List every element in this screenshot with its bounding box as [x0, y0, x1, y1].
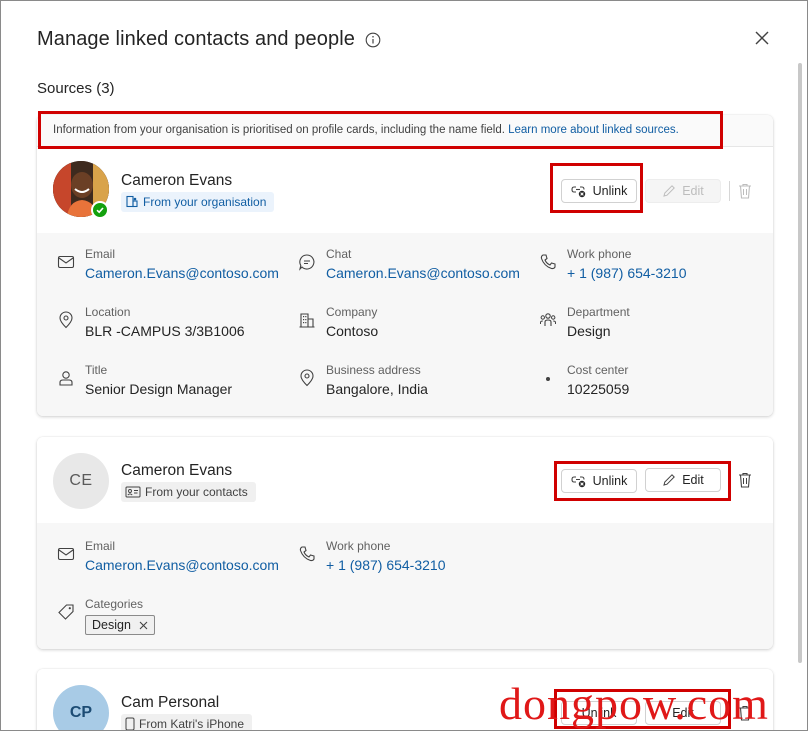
source-badge: From your contacts — [121, 482, 256, 502]
info-notice: Information from your organisation is pr… — [37, 115, 773, 147]
contact-details: Email Cameron.Evans@contoso.com Work pho… — [37, 523, 773, 649]
scrollbar[interactable] — [798, 63, 802, 663]
unlink-icon — [571, 476, 585, 488]
dialog: Manage linked contacts and people Source… — [0, 0, 808, 731]
contact-card-icon — [125, 486, 141, 498]
unlink-label: Unlink — [592, 184, 628, 198]
mail-icon — [57, 547, 75, 561]
phone-device-icon — [125, 717, 135, 730]
phone-icon — [299, 546, 315, 562]
source-badge-label: From your contacts — [145, 485, 248, 499]
avatar[interactable]: CP — [53, 685, 109, 730]
watermark: dongpow.com — [499, 678, 769, 729]
person-header: CE Cameron Evans From your contacts Unli… — [37, 437, 773, 523]
email-link[interactable]: Cameron.Evans@contoso.com — [85, 557, 279, 573]
person-name: Cameron Evans — [121, 462, 233, 479]
building-icon — [299, 313, 315, 328]
presence-available-icon — [91, 201, 109, 219]
source-badge: From Katri's iPhone — [121, 714, 252, 731]
email-link[interactable]: Cameron.Evans@contoso.com — [85, 265, 279, 281]
delete-icon[interactable] — [737, 182, 753, 200]
learn-more-link[interactable]: Learn more about linked sources. — [508, 124, 679, 136]
category-tag-label: Design — [92, 618, 131, 632]
person-icon — [59, 371, 73, 386]
person-header: Cameron Evans From your organisation Unl… — [37, 147, 773, 233]
person-name: Cameron Evans — [121, 172, 233, 189]
pencil-icon — [663, 185, 676, 197]
dialog-title: Manage linked contacts and people — [37, 28, 355, 50]
remove-tag-icon[interactable] — [139, 621, 148, 630]
notice-text: Information from your organisation is pr… — [53, 124, 505, 136]
edit-label: Edit — [682, 184, 704, 198]
phone-icon — [540, 254, 556, 270]
chat-link[interactable]: Cameron.Evans@contoso.com — [326, 265, 520, 281]
close-icon[interactable] — [751, 27, 773, 49]
person-name: Cam Personal — [121, 694, 220, 711]
delete-icon[interactable] — [737, 471, 753, 489]
unlink-button[interactable]: Unlink — [561, 469, 637, 493]
people-team-icon — [540, 313, 556, 326]
phone-link[interactable]: + 1 (987) 654-3210 — [326, 557, 445, 573]
edit-button[interactable]: Edit — [645, 468, 721, 492]
source-card-contacts: CE Cameron Evans From your contacts Unli… — [37, 437, 773, 649]
unlink-label: Unlink — [592, 474, 628, 488]
source-badge-label: From Katri's iPhone — [139, 717, 244, 731]
phone-link[interactable]: + 1 (987) 654-3210 — [567, 265, 686, 281]
contact-details: Email Cameron.Evans@contoso.com Chat Cam… — [37, 233, 773, 416]
sources-heading: Sources (3) — [37, 80, 115, 97]
unlink-button[interactable]: Unlink — [561, 179, 637, 203]
tag-icon — [58, 604, 74, 620]
location-pin-icon — [59, 311, 73, 329]
edit-button[interactable]: Edit — [645, 179, 721, 203]
bullet-icon — [546, 377, 550, 381]
category-tag: Design — [85, 615, 155, 635]
edit-label: Edit — [682, 473, 704, 487]
chat-icon — [299, 254, 315, 271]
organisation-icon — [126, 195, 138, 208]
source-badge: From your organisation — [121, 192, 275, 212]
source-badge-label: From your organisation — [143, 195, 267, 209]
avatar[interactable]: CE — [53, 453, 109, 509]
source-card-organisation: Information from your organisation is pr… — [37, 115, 773, 416]
mail-icon — [57, 255, 75, 269]
location-pin-icon — [300, 369, 314, 387]
info-icon[interactable] — [365, 32, 381, 48]
unlink-icon — [571, 186, 585, 198]
divider — [729, 181, 730, 201]
pencil-icon — [663, 474, 676, 486]
